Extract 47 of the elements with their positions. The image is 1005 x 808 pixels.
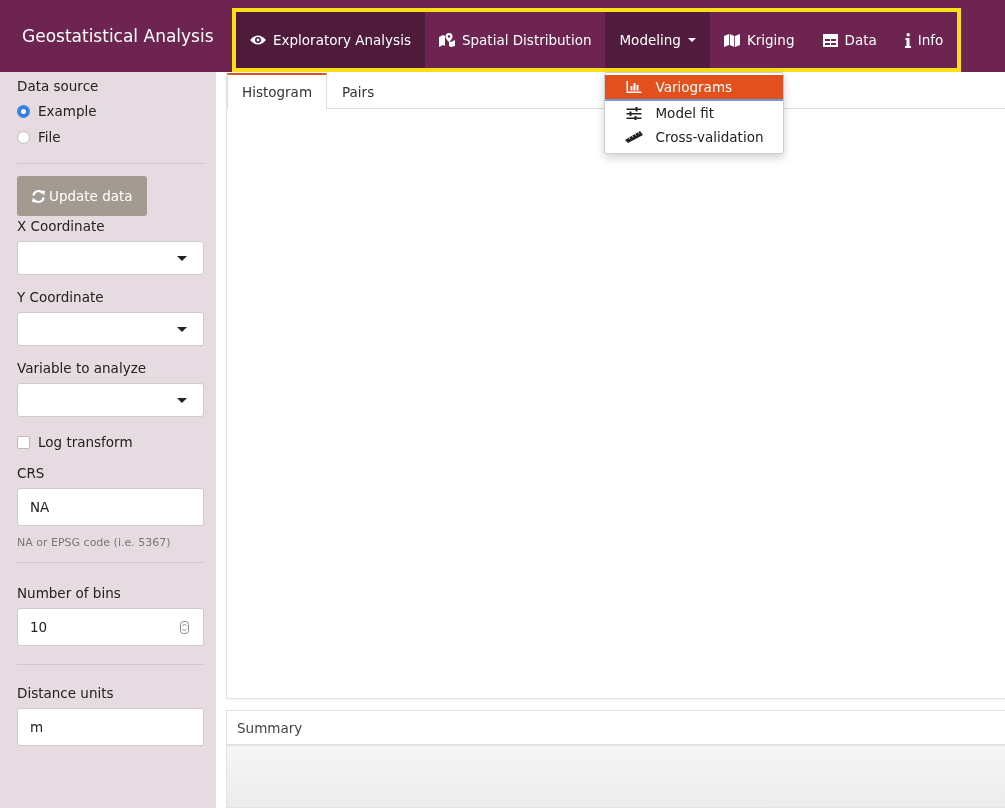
select-field[interactable] xyxy=(17,312,204,346)
bar-chart-icon xyxy=(625,81,644,93)
app-title: Geostatistical Analysis xyxy=(21,26,215,46)
help-text: NA or EPSG code (i.e. 5367) xyxy=(17,536,172,549)
input-field[interactable]: m xyxy=(17,708,204,746)
menu-item[interactable]: Model fit xyxy=(605,101,784,125)
nav-tab[interactable]: Kriging xyxy=(709,12,809,68)
field-label: Number of bins xyxy=(17,585,122,601)
select-field[interactable] xyxy=(17,241,204,275)
field-label: Y Coordinate xyxy=(17,289,105,305)
info-icon xyxy=(904,32,911,48)
radio-button[interactable] xyxy=(17,104,30,118)
map-icon xyxy=(723,33,740,47)
table-icon xyxy=(822,33,838,47)
number-field[interactable]: 10 xyxy=(17,608,204,646)
radio-label: Example xyxy=(38,103,97,119)
tab[interactable]: Histogram xyxy=(227,73,328,109)
tab[interactable]: Pairs xyxy=(327,73,390,109)
menu-item[interactable]: Cross-validation xyxy=(605,125,784,149)
spinner-icon xyxy=(180,620,189,634)
refresh-icon xyxy=(31,189,46,203)
field-label: Distance units xyxy=(17,685,115,701)
nav-tab[interactable]: Modeling xyxy=(605,12,710,68)
checkbox[interactable] xyxy=(17,435,30,449)
caret-icon xyxy=(687,38,696,42)
nav-tab[interactable]: Exploratory Analysis xyxy=(236,12,425,68)
field-label: X Coordinate xyxy=(17,218,106,234)
caret-icon xyxy=(177,397,187,403)
field-label: Variable to analyze xyxy=(17,360,148,376)
map-marker-icon xyxy=(438,33,455,47)
caret-icon xyxy=(177,326,187,332)
radio-button[interactable] xyxy=(17,130,30,144)
nav-tab[interactable]: Info xyxy=(890,12,958,68)
menu-item[interactable]: Variograms xyxy=(605,75,784,101)
checkbox-label: Log transform xyxy=(38,434,133,450)
select-field[interactable] xyxy=(17,383,204,417)
sliders-icon xyxy=(625,106,644,120)
field-label: Data source xyxy=(17,78,100,94)
ruler-icon xyxy=(625,131,644,143)
caret-icon xyxy=(177,255,187,261)
panel-title: Summary xyxy=(237,719,303,736)
radio-label: File xyxy=(38,129,61,145)
eye-icon xyxy=(250,34,266,46)
nav-tab[interactable]: Data xyxy=(808,12,891,68)
nav-tab[interactable]: Spatial Distribution xyxy=(424,12,606,68)
input-field[interactable]: NA xyxy=(17,488,204,526)
field-label: CRS xyxy=(17,465,46,481)
